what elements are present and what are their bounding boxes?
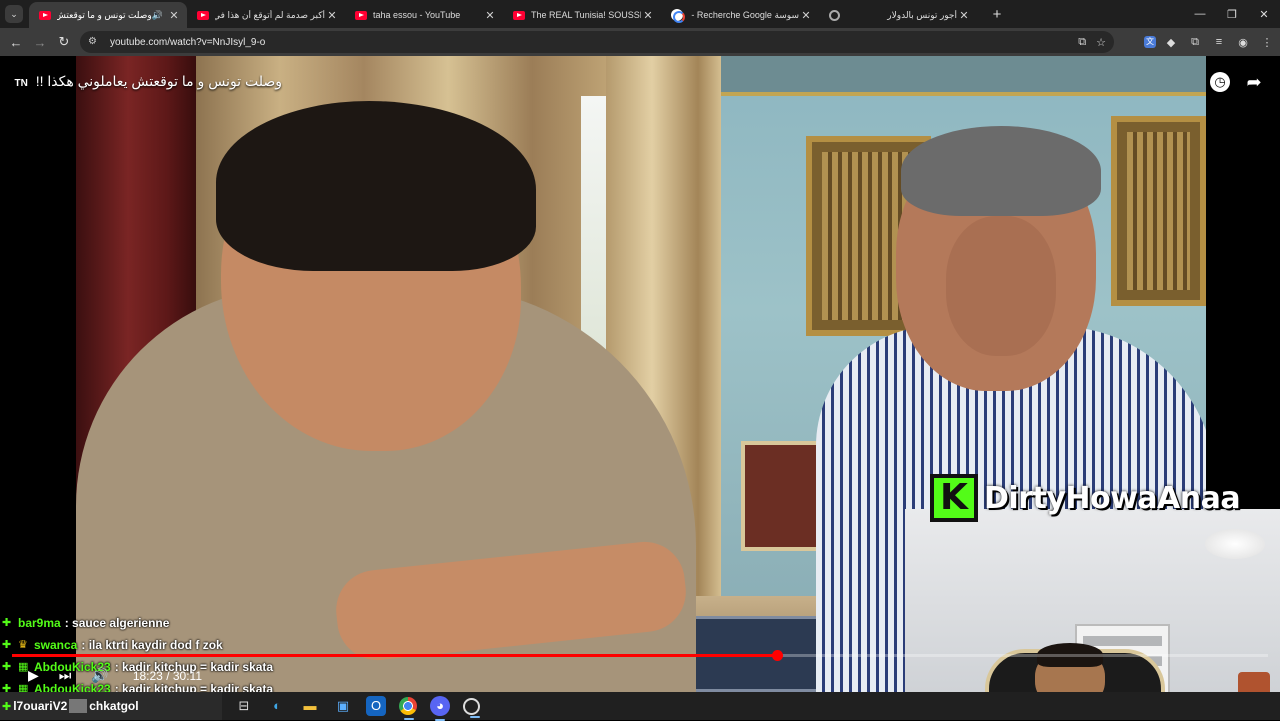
chrome-icon[interactable] xyxy=(399,697,417,720)
tab-5[interactable]: أجور تونس بالدولار ✕ xyxy=(819,2,977,28)
tab-close-icon[interactable]: ✕ xyxy=(799,9,813,22)
new-tab-button[interactable]: + xyxy=(987,6,1007,23)
tab-close-icon[interactable]: ✕ xyxy=(167,9,181,22)
streamer-overlay: K DirtyHowaAnaa xyxy=(930,474,1241,522)
tab-close-icon[interactable]: ✕ xyxy=(483,9,497,22)
next-icon[interactable]: ⏭ xyxy=(59,667,72,684)
profile-icon[interactable]: ◉ xyxy=(1234,36,1252,49)
video-player[interactable]: وصلت تونس و ما توقعتش يعاملوني هكذا !! T… xyxy=(0,56,1280,692)
tab-3[interactable]: The REAL Tunisia! SOUSSE, Wh ✕ xyxy=(503,2,661,28)
extensions-puzzle-icon[interactable]: ⧉ xyxy=(1186,36,1204,49)
translate-extension-icon[interactable]: 文 xyxy=(1144,36,1156,48)
tab-title: taha essou - YouTube xyxy=(373,10,461,20)
seek-handle[interactable] xyxy=(771,650,783,661)
play-icon[interactable]: ▶ xyxy=(28,667,39,684)
browser-toolbar: ← → ↻ ⚙ youtube.com/watch?v=NnJIsyl_9-o … xyxy=(0,28,1280,56)
tab-title: The REAL Tunisia! SOUSSE, Wh xyxy=(531,10,641,20)
edge-icon[interactable]: ◐ xyxy=(267,696,287,716)
restore-icon[interactable]: ❐ xyxy=(1216,0,1248,28)
kick-badge-icon: ✚ xyxy=(2,683,12,692)
flag-label: TN xyxy=(14,78,28,89)
tab-title: أجور تونس بالدولار xyxy=(887,9,957,20)
tab-close-icon[interactable]: ✕ xyxy=(957,9,971,22)
web-icon xyxy=(829,9,840,21)
watch-later-icon[interactable]: ◷ xyxy=(1210,72,1230,92)
menu-kebab-icon[interactable]: ⋮ xyxy=(1258,36,1276,49)
media-control-icon[interactable]: ≡ xyxy=(1210,36,1228,48)
youtube-icon xyxy=(513,10,525,20)
tab-title: سوسة ther - Recherche Google xyxy=(689,9,799,20)
tab-close-icon[interactable]: ✕ xyxy=(641,9,655,22)
extension-icon[interactable]: ◆ xyxy=(1162,36,1180,49)
site-info-icon[interactable]: ⚙ xyxy=(88,36,100,48)
kick-logo-icon: K xyxy=(930,474,978,522)
kick-badge-icon: ✚ xyxy=(2,700,12,713)
file-explorer-icon[interactable]: ▬ xyxy=(300,696,320,716)
og-badge-icon: ▦ xyxy=(18,683,29,692)
obs-icon[interactable] xyxy=(463,697,480,718)
tab-title: وصلت تونس و ما توقعتش يعاملوني xyxy=(57,9,152,20)
tab-search-button[interactable]: ⌄ xyxy=(5,5,23,23)
tab-strip: ⌄ وصلت تونس و ما توقعتش يعاملوني 🔊 ✕ أكب… xyxy=(0,0,1280,28)
url-text[interactable]: youtube.com/watch?v=NnJIsyl_9-o xyxy=(110,37,265,48)
discord-icon[interactable]: ◕ xyxy=(430,696,450,721)
tab-title: أكبر صدمة لم أتوقع أن هذا في الـ xyxy=(215,9,325,20)
chat-username: bar9ma xyxy=(18,616,61,630)
cast-icon[interactable]: ⧉ xyxy=(1078,36,1086,49)
tab-4[interactable]: سوسة ther - Recherche Google ✕ xyxy=(661,2,819,28)
crown-badge-icon: ♛ xyxy=(18,639,28,651)
avatar xyxy=(69,699,88,713)
streamer-webcam xyxy=(905,509,1280,692)
chat-username: l7ouariV2 xyxy=(13,699,68,713)
chat-username: chkatgol xyxy=(89,699,139,713)
volume-icon[interactable]: 🔊 xyxy=(91,667,108,684)
window-controls: — ❐ ✕ xyxy=(1184,0,1280,28)
time-display: 18:23 / 30:11 xyxy=(132,668,202,683)
share-icon[interactable]: ➦ xyxy=(1242,70,1266,94)
kick-badge-icon: ✚ xyxy=(2,661,12,673)
chat-username: swanca xyxy=(34,638,78,652)
video-title-text: وصلت تونس و ما توقعتش يعاملوني هكذا !! xyxy=(35,73,282,89)
tab-1[interactable]: أكبر صدمة لم أتوقع أن هذا في الـ ✕ xyxy=(187,2,345,28)
kick-badge-icon: ✚ xyxy=(2,639,12,651)
video-title: وصلت تونس و ما توقعتش يعاملوني هكذا !! T… xyxy=(14,73,282,90)
chat-message: ✚ bar9ma : sauce algerienne xyxy=(2,612,402,634)
back-icon[interactable]: ← xyxy=(4,35,28,50)
speaker-icon[interactable]: 🔊 xyxy=(152,10,163,21)
chat-message: ✚ ♛ swanca : ila ktrti kaydir dod f zok xyxy=(2,634,402,656)
outlook-icon[interactable]: O xyxy=(366,696,386,716)
reload-icon[interactable]: ↻ xyxy=(52,34,76,50)
taskbar-chat-strip: ✚ l7ouariV2 chkatgol xyxy=(0,692,222,720)
forward-icon[interactable]: → xyxy=(28,35,52,50)
chat-text: : ila ktrti kaydir dod f zok xyxy=(81,638,223,652)
task-view-icon[interactable]: ⊟ xyxy=(234,696,254,716)
seek-bar-played xyxy=(12,654,777,657)
tab-2[interactable]: taha essou - YouTube ✕ xyxy=(345,2,503,28)
tab-0[interactable]: وصلت تونس و ما توقعتش يعاملوني 🔊 ✕ xyxy=(29,2,187,28)
close-window-icon[interactable]: ✕ xyxy=(1248,0,1280,28)
minimize-icon[interactable]: — xyxy=(1184,0,1216,28)
store-icon[interactable]: ▣ xyxy=(333,696,353,716)
youtube-icon xyxy=(197,10,209,20)
streamer-name: DirtyHowaAnaa xyxy=(984,480,1241,516)
player-controls: ▶ ⏭ 🔊 18:23 / 30:11 xyxy=(28,667,202,684)
address-bar[interactable]: ⚙ youtube.com/watch?v=NnJIsyl_9-o ⧉ ☆ xyxy=(80,31,1114,53)
google-icon xyxy=(671,9,685,23)
seek-bar[interactable] xyxy=(12,650,1268,661)
sub-alert-avatar xyxy=(1238,672,1270,692)
kick-badge-icon: ✚ xyxy=(2,617,12,629)
tab-close-icon[interactable]: ✕ xyxy=(325,9,339,22)
taskbar: ✚ l7ouariV2 chkatgol ⊟ ◐ ▬ ▣ O ◕ xyxy=(0,692,1280,721)
bookmark-star-icon[interactable]: ☆ xyxy=(1096,36,1106,49)
youtube-icon xyxy=(355,10,367,20)
youtube-icon xyxy=(39,10,51,20)
chat-text: : sauce algerienne xyxy=(64,616,170,630)
